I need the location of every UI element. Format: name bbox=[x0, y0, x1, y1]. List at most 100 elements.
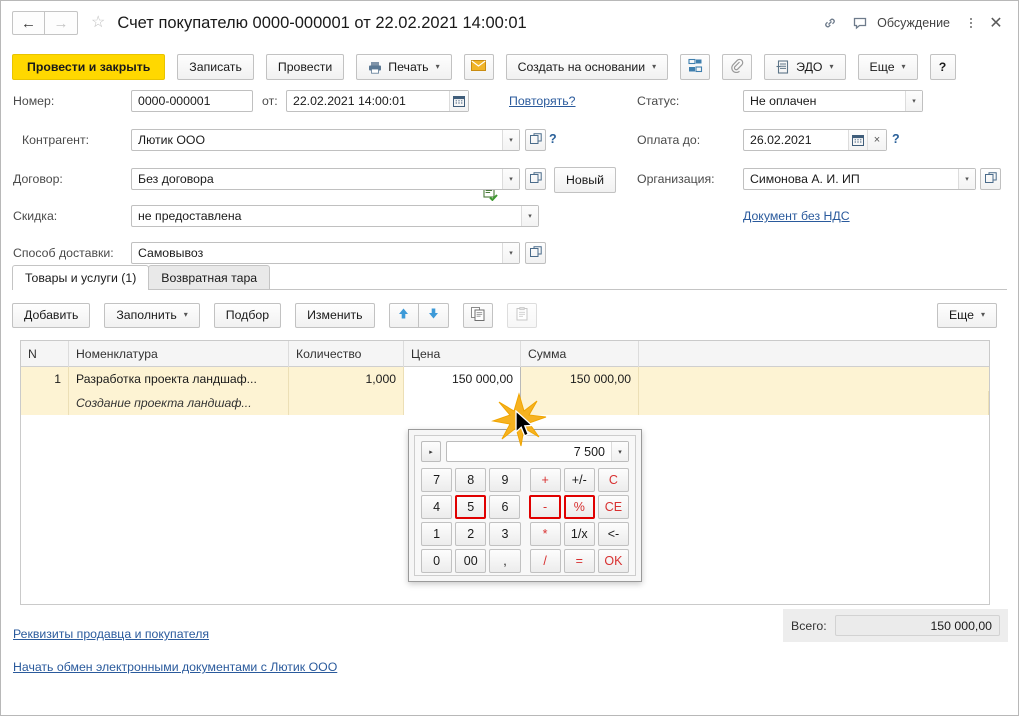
calculator-key-2[interactable]: 2 bbox=[455, 522, 486, 546]
status-select[interactable]: Не оплачен ▾ bbox=[743, 90, 923, 112]
calculator-key-minus[interactable]: - bbox=[529, 495, 560, 519]
copy-button[interactable] bbox=[463, 303, 493, 328]
calculator-key-decimal[interactable]: , bbox=[489, 549, 520, 573]
move-down-button[interactable] bbox=[419, 303, 449, 328]
payby-input[interactable]: 26.02.2021 × bbox=[743, 129, 887, 151]
open-counterparty-button[interactable] bbox=[525, 129, 546, 151]
calculator-key-3[interactable]: 3 bbox=[489, 522, 520, 546]
cell-sub-description[interactable]: Создание проекта ландшаф... bbox=[69, 391, 289, 415]
change-button[interactable]: Изменить bbox=[295, 303, 374, 328]
discount-select[interactable]: не предоставлена ▾ bbox=[131, 205, 539, 227]
calculator-key-9[interactable]: 9 bbox=[489, 468, 520, 492]
send-mail-button[interactable] bbox=[464, 54, 494, 80]
calculator-key-plus[interactable]: + bbox=[530, 468, 561, 492]
add-row-button[interactable]: Добавить bbox=[12, 303, 90, 328]
chevron-down-icon[interactable]: ▾ bbox=[502, 130, 519, 150]
column-header-price[interactable]: Цена bbox=[404, 341, 521, 367]
report-structure-button[interactable] bbox=[680, 54, 710, 80]
paste-button[interactable] bbox=[507, 303, 537, 328]
post-and-close-button[interactable]: Провести и закрыть bbox=[12, 54, 165, 80]
calculator-key-backspaceminus[interactable]: <- bbox=[598, 522, 629, 546]
calculator-key-5[interactable]: 5 bbox=[455, 495, 486, 519]
table-more-button[interactable]: Еще ▾ bbox=[937, 303, 997, 328]
cell-rest[interactable] bbox=[639, 367, 989, 391]
counterparty-input[interactable]: Лютик ООО ▾ bbox=[131, 129, 520, 151]
column-header-nomenclature[interactable]: Номенклатура bbox=[69, 341, 289, 367]
table-row[interactable]: 1 Разработка проекта ландшаф... 1,000 15… bbox=[21, 367, 989, 391]
contract-input[interactable]: Без договора ▾ bbox=[131, 168, 520, 190]
chevron-down-icon[interactable]: ▾ bbox=[905, 91, 922, 111]
requisites-link[interactable]: Реквизиты продавца и покупателя bbox=[13, 627, 209, 641]
discussion-label[interactable]: Обсуждение bbox=[877, 16, 950, 30]
write-button[interactable]: Записать bbox=[177, 54, 254, 80]
number-input[interactable]: 0000-000001 bbox=[131, 90, 253, 112]
tab-goods-and-services[interactable]: Товары и услуги (1) bbox=[12, 265, 149, 289]
calendar-icon[interactable] bbox=[449, 91, 468, 111]
cell-quantity[interactable]: 1,000 bbox=[289, 367, 404, 391]
vat-link[interactable]: Документ без НДС bbox=[743, 209, 850, 223]
calculator-key-plusdivideminus[interactable]: +/- bbox=[564, 468, 595, 492]
organization-input[interactable]: Симонова А. И. ИП ▾ bbox=[743, 168, 976, 190]
speech-bubble-icon[interactable] bbox=[845, 8, 875, 38]
table-row-subtext[interactable]: Создание проекта ландшаф... bbox=[21, 391, 989, 415]
edo-start-link[interactable]: Начать обмен электронными документами с … bbox=[13, 660, 337, 674]
calculator-display[interactable]: 7 500 ▾ bbox=[446, 441, 629, 462]
more-button[interactable]: Еще ▾ bbox=[858, 54, 918, 80]
calculator-key-equals[interactable]: = bbox=[564, 549, 595, 573]
delivery-select[interactable]: Самовывоз ▾ bbox=[131, 242, 520, 264]
calculator-key-4[interactable]: 4 bbox=[421, 495, 452, 519]
chevron-down-icon[interactable]: ▾ bbox=[611, 442, 628, 461]
calculator-key-7[interactable]: 7 bbox=[421, 468, 452, 492]
calendar-icon[interactable] bbox=[848, 130, 867, 150]
calculator-key-C[interactable]: C bbox=[598, 468, 629, 492]
date-input[interactable]: 22.02.2021 14:00:01 bbox=[286, 90, 469, 112]
clear-x-icon[interactable]: × bbox=[867, 130, 886, 150]
column-header-sum[interactable]: Сумма bbox=[521, 341, 639, 367]
calculator-key-0[interactable]: 0 bbox=[421, 549, 452, 573]
open-contract-button[interactable] bbox=[525, 168, 546, 190]
column-header-rest[interactable] bbox=[639, 341, 989, 367]
tab-returnable-packaging[interactable]: Возвратная тара bbox=[148, 265, 270, 289]
calculator-key-OK[interactable]: OK bbox=[598, 549, 629, 573]
column-header-n[interactable]: N bbox=[21, 341, 69, 367]
close-icon[interactable]: ✕ bbox=[982, 8, 1010, 38]
star-icon[interactable]: ☆ bbox=[91, 15, 105, 31]
cell-sum[interactable]: 150 000,00 bbox=[521, 367, 639, 391]
calculator-key-1dividex[interactable]: 1/x bbox=[564, 522, 595, 546]
create-based-on-button[interactable]: Создать на основании ▾ bbox=[506, 54, 669, 80]
help-button[interactable]: ? bbox=[930, 54, 956, 80]
open-organization-button[interactable] bbox=[980, 168, 1001, 190]
calculator-key-1[interactable]: 1 bbox=[421, 522, 452, 546]
fill-button[interactable]: Заполнить ▾ bbox=[104, 303, 199, 328]
calculator-key-percent[interactable]: % bbox=[564, 495, 595, 519]
calculator-key-divide[interactable]: / bbox=[530, 549, 561, 573]
chevron-down-icon[interactable]: ▾ bbox=[958, 169, 975, 189]
repeat-link[interactable]: Повторять? bbox=[509, 94, 576, 108]
new-contract-button[interactable]: Новый bbox=[554, 167, 616, 193]
calculator-key-00[interactable]: 00 bbox=[455, 549, 486, 573]
edo-button[interactable]: ЭДО ▾ bbox=[764, 54, 845, 80]
back-button[interactable]: ← bbox=[12, 11, 45, 35]
cell-nomenclature[interactable]: Разработка проекта ландшаф... bbox=[69, 367, 289, 391]
calculator-key-multiply[interactable]: * bbox=[530, 522, 561, 546]
calculator-key-8[interactable]: 8 bbox=[455, 468, 486, 492]
counterparty-help-icon[interactable]: ? bbox=[549, 132, 557, 146]
chevron-down-icon[interactable]: ▾ bbox=[502, 243, 519, 263]
chevron-down-icon[interactable]: ▾ bbox=[521, 206, 538, 226]
post-button[interactable]: Провести bbox=[266, 54, 344, 80]
calculator-icon[interactable] bbox=[520, 389, 521, 391]
column-header-quantity[interactable]: Количество bbox=[289, 341, 404, 367]
kebab-menu-icon[interactable] bbox=[960, 8, 982, 38]
move-up-button[interactable] bbox=[389, 303, 419, 328]
calculator-expand-button[interactable]: ▸ bbox=[421, 441, 441, 462]
attachments-button[interactable] bbox=[722, 54, 752, 80]
open-delivery-button[interactable] bbox=[525, 242, 546, 264]
cell-price[interactable]: 150 000,00 bbox=[404, 367, 521, 391]
chevron-down-icon[interactable]: ▾ bbox=[502, 169, 519, 189]
forward-button[interactable]: → bbox=[45, 11, 78, 35]
calculator-key-CE[interactable]: CE bbox=[598, 495, 629, 519]
link-icon[interactable] bbox=[815, 8, 845, 38]
payby-help-icon[interactable]: ? bbox=[892, 132, 900, 146]
cell-n[interactable]: 1 bbox=[21, 367, 69, 391]
calculator-key-6[interactable]: 6 bbox=[489, 495, 520, 519]
